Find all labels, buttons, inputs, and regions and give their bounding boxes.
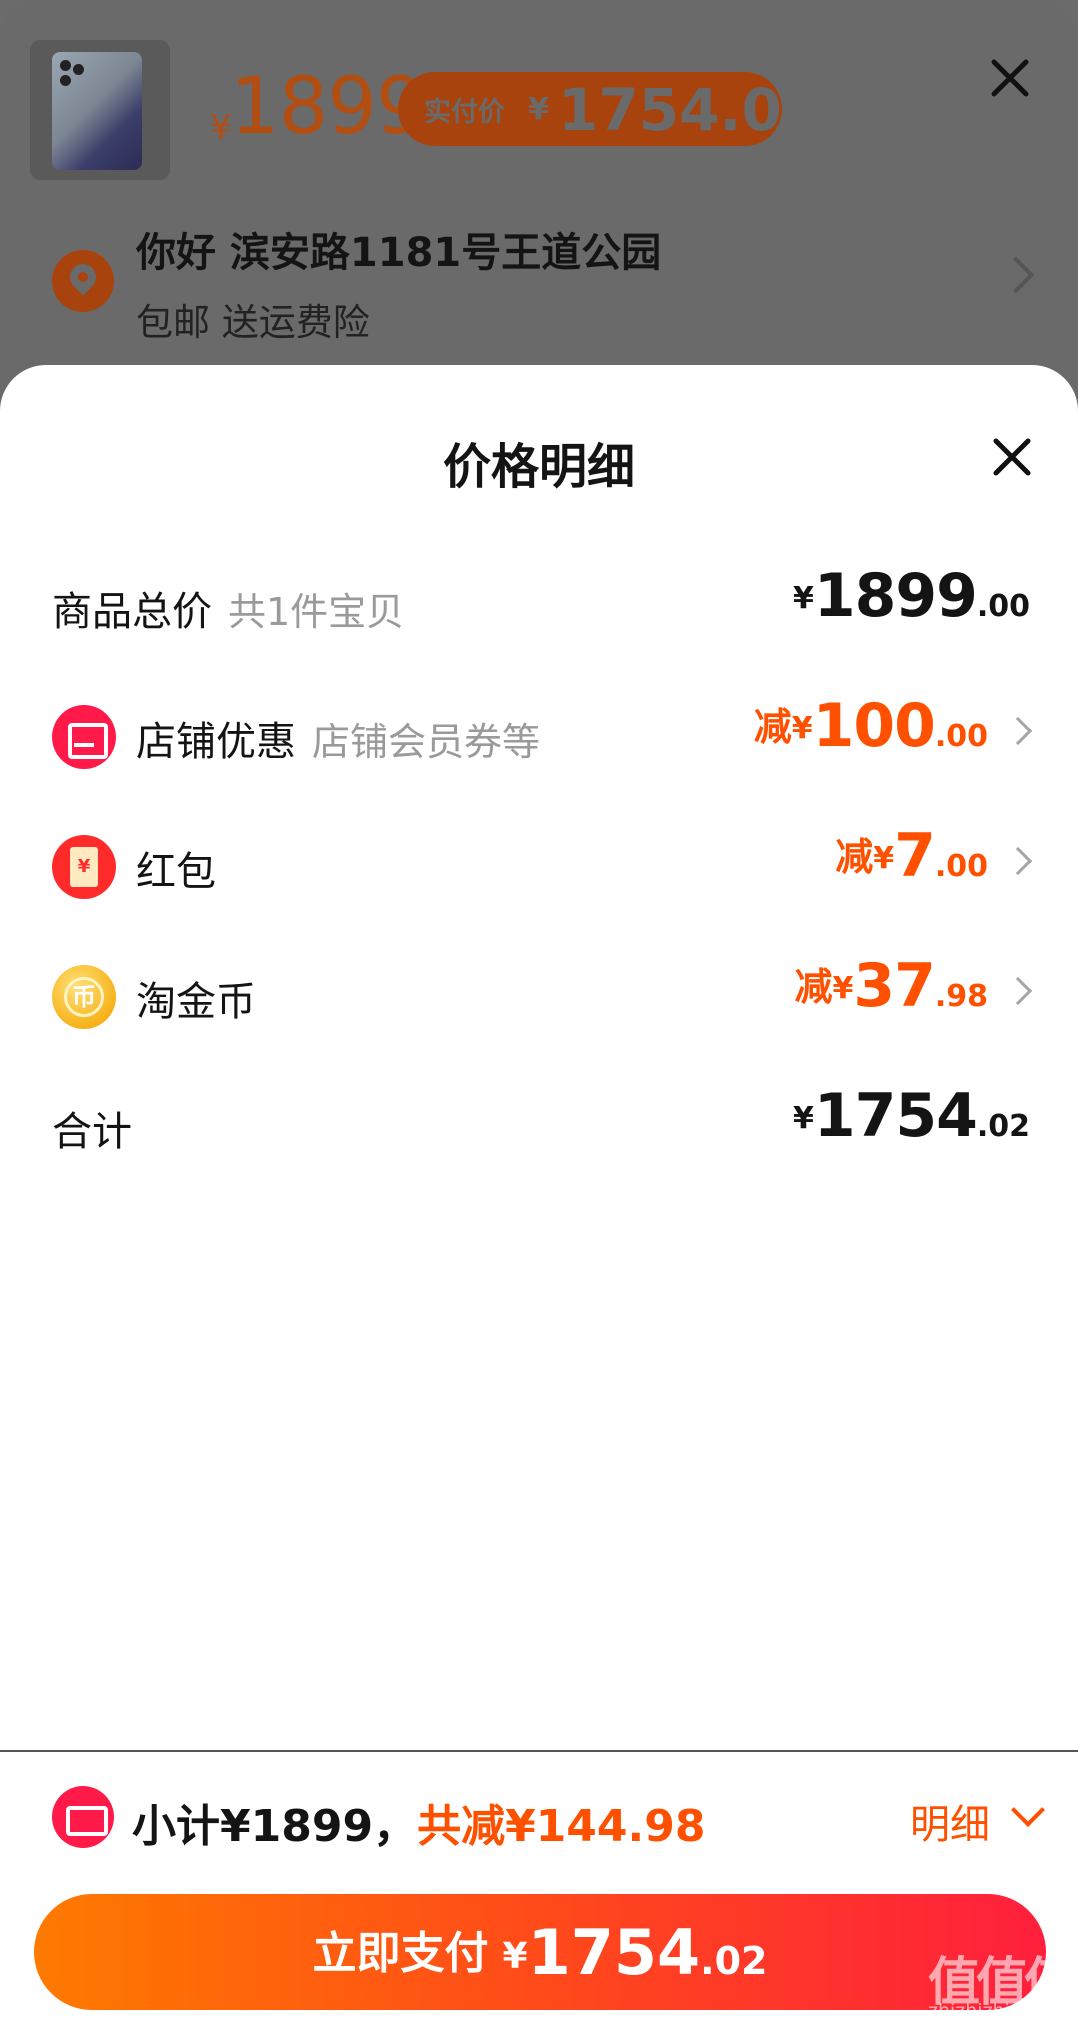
row-label: 红包: [136, 849, 216, 895]
discount-total-text: 共减¥144.98: [417, 1801, 706, 1852]
shop-icon: [52, 705, 116, 769]
paid-price-amount: 1754.02: [558, 76, 823, 144]
close-icon[interactable]: [988, 56, 1032, 100]
chevron-right-icon[interactable]: [1003, 716, 1033, 746]
row-label: 合计: [52, 1109, 132, 1155]
coin-icon: 币: [52, 965, 116, 1029]
row-label: 淘金币: [136, 979, 256, 1025]
row-sublabel: 店铺会员券等: [312, 720, 541, 764]
shipping-info: 包邮 送运费险: [136, 301, 370, 344]
coupon-icon: [52, 1786, 114, 1848]
footer-divider: [0, 1750, 1078, 1752]
row-gold-coin[interactable]: 币 淘金币 减¥37.98: [0, 945, 1078, 1045]
chevron-right-icon[interactable]: [1003, 976, 1033, 1006]
row-label: 商品总价 共1件宝贝: [52, 589, 405, 635]
row-grand-total: 合计 ¥1754.02: [0, 1075, 1078, 1175]
price-detail-sheet: 价格明细 商品总价 共1件宝贝 ¥1899.00 店铺优惠 店铺会员券等 减¥100…: [0, 365, 1078, 2029]
subtotal-text: 小计¥1899，: [132, 1801, 418, 1852]
row-product-total: 商品总价 共1件宝贝 ¥1899.00: [0, 555, 1078, 655]
product-thumbnail: [30, 40, 170, 180]
row-amount: ¥1899.00: [792, 561, 1030, 631]
watermark-domain: zhizhizhi.com: [928, 2000, 1057, 2022]
red-packet-icon: ¥: [52, 835, 116, 899]
paid-price-currency: ¥: [528, 92, 549, 127]
delivery-address[interactable]: 你好 滨安路1181号王道公园: [136, 220, 661, 278]
row-red-packet[interactable]: ¥ 红包 减¥7.00: [0, 815, 1078, 915]
row-amount: 减¥37.98: [794, 951, 988, 1021]
phone-image: [52, 52, 142, 170]
row-sublabel: 共1件宝贝: [228, 590, 405, 634]
row-shop-discount[interactable]: 店铺优惠 店铺会员券等 减¥100.00: [0, 685, 1078, 785]
paid-price-badge: 实付价 ¥ 1754.02: [398, 72, 822, 146]
pay-now-button[interactable]: 立即支付 ¥1754.02: [34, 1894, 1046, 2010]
sheet-title: 价格明细: [442, 439, 635, 495]
detail-toggle[interactable]: 明细: [910, 1792, 990, 1850]
close-icon[interactable]: [990, 435, 1034, 479]
product-price: 1899: [230, 62, 426, 152]
chevron-right-icon[interactable]: [997, 256, 1035, 294]
pay-amount: 1754: [527, 1916, 701, 1989]
product-summary: ¥ 1899 实付价 ¥ 1754.02 你好 滨安路1181号王道公园 包邮 …: [0, 0, 1078, 420]
row-label: 店铺优惠 店铺会员券等: [136, 719, 541, 765]
location-icon: [52, 250, 114, 312]
paid-price-label: 实付价: [424, 97, 505, 128]
watermark: 值值值 zhizhizhi.com: [928, 1940, 1078, 2029]
row-amount: ¥1754.02: [792, 1081, 1030, 1151]
row-amount: 减¥7.00: [835, 821, 988, 891]
pay-button-label: 立即支付: [312, 1928, 489, 1979]
footer-summary: 小计¥1899，共减¥144.98: [132, 1790, 705, 1854]
price-currency: ¥: [210, 108, 232, 148]
chevron-right-icon[interactable]: [1003, 846, 1033, 876]
camera-module: [60, 60, 86, 90]
row-amount: 减¥100.00: [753, 691, 988, 761]
